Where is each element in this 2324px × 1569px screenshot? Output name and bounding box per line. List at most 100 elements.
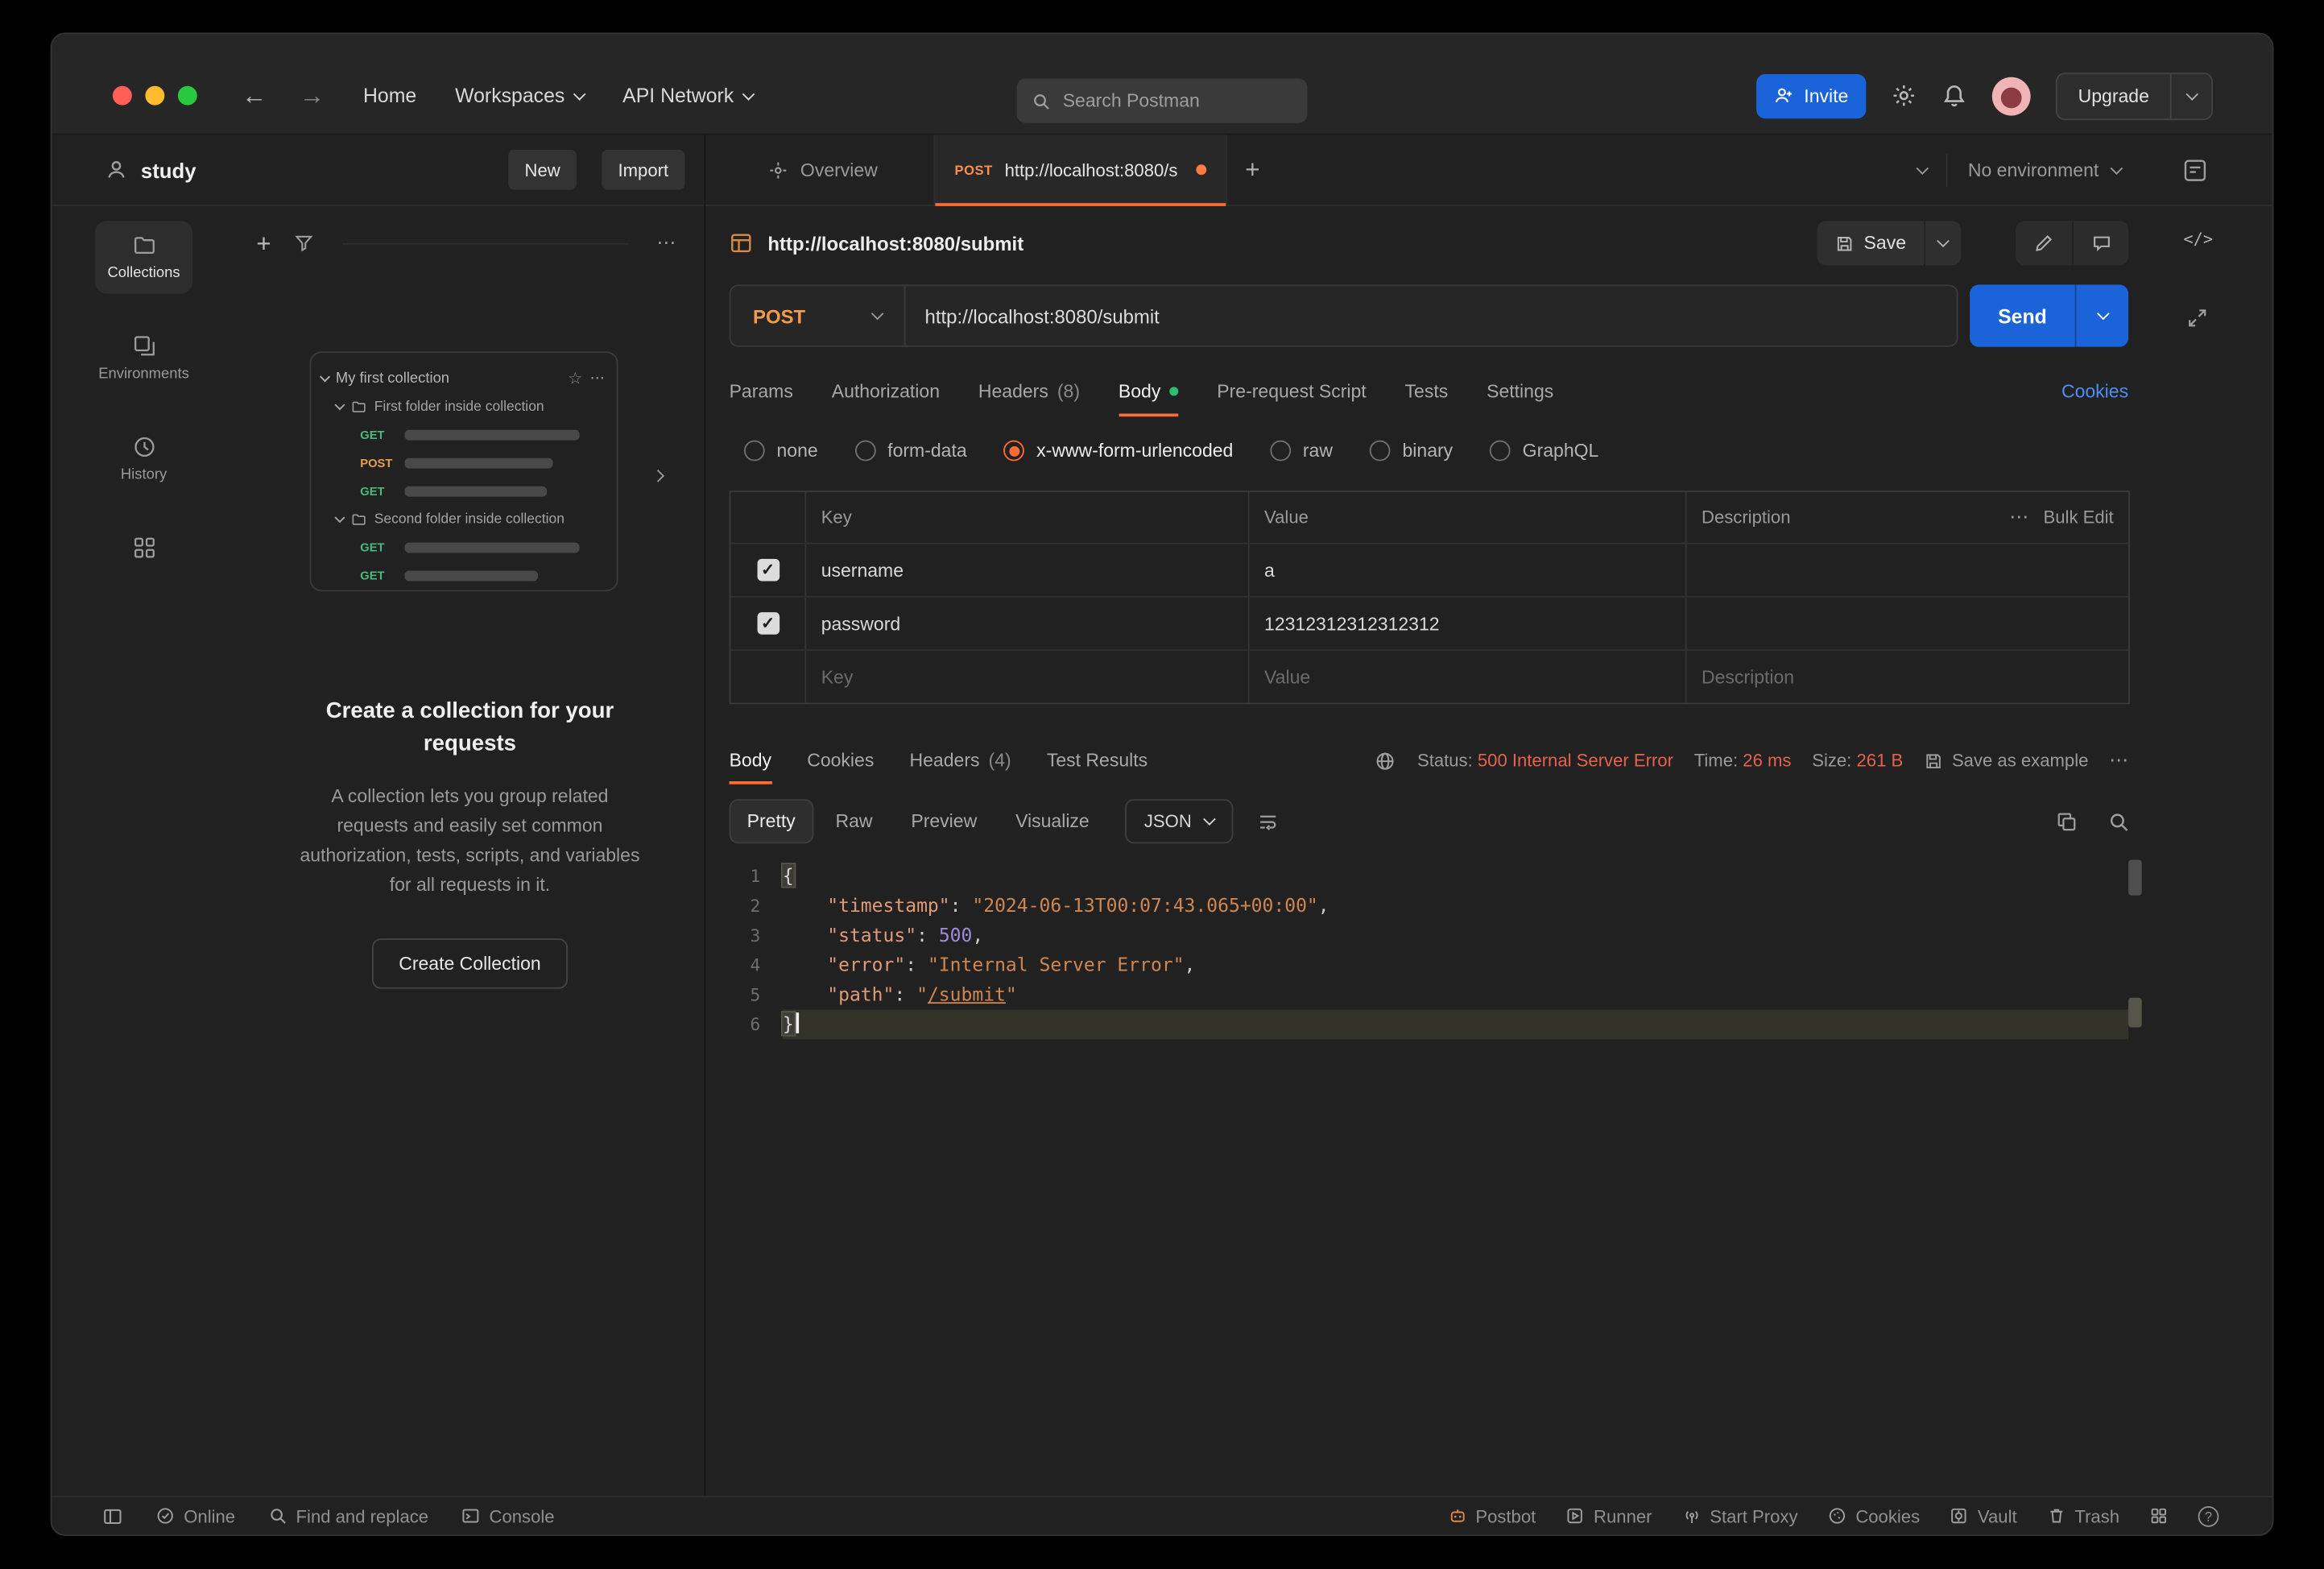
response-tab-cookies[interactable]: Cookies	[807, 731, 874, 790]
more-icon[interactable]: ⋯	[656, 231, 677, 255]
collection-row[interactable]: My first collection ☆ ⋯	[320, 365, 606, 393]
description-cell[interactable]	[1687, 598, 2128, 649]
edit-pencil-icon[interactable]	[2016, 221, 2072, 265]
cookies-button[interactable]: Cookies	[1827, 1505, 1920, 1526]
sidebar-toggle-icon[interactable]	[102, 1505, 123, 1526]
new-tab-button[interactable]: +	[1245, 155, 1259, 184]
comment-icon[interactable]	[2072, 221, 2128, 266]
tab-settings[interactable]: Settings	[1487, 360, 1553, 422]
vault-button[interactable]: Vault	[1950, 1505, 2017, 1526]
format-select[interactable]: JSON	[1124, 799, 1234, 844]
help-icon[interactable]: ?	[2198, 1505, 2219, 1526]
url-input[interactable]	[905, 304, 1957, 327]
key-cell[interactable]: password	[806, 597, 1250, 650]
start-proxy-button[interactable]: Start Proxy	[1681, 1505, 1798, 1526]
request-row[interactable]: GET	[321, 478, 606, 506]
description-cell[interactable]	[1687, 544, 2128, 596]
value-cell[interactable]: a	[1250, 544, 1687, 596]
mode-x-www-form-urlencoded[interactable]: x-www-form-urlencoded	[1003, 440, 1233, 462]
find-and-replace-button[interactable]: Find and replace	[268, 1505, 428, 1526]
environment-selector[interactable]: No environment	[1947, 159, 2142, 180]
cookies-link[interactable]: Cookies	[2061, 381, 2128, 402]
environment-quick-look-icon[interactable]	[2181, 157, 2208, 184]
filter-funnel-icon[interactable]	[293, 233, 314, 254]
value-cell[interactable]: Value	[1250, 651, 1687, 703]
trash-button[interactable]: Trash	[2046, 1505, 2119, 1526]
mode-binary[interactable]: binary	[1370, 440, 1453, 462]
view-tab-raw[interactable]: Raw	[819, 799, 889, 843]
new-button[interactable]: New	[508, 149, 577, 190]
radio-icon[interactable]	[854, 440, 876, 462]
checkbox-checked[interactable]: ✓	[756, 612, 779, 635]
status-value[interactable]: 500 Internal Server Error	[1478, 750, 1673, 771]
windows-grid-icon[interactable]	[2149, 1506, 2169, 1526]
response-tab-headers[interactable]: Headers (4)	[910, 731, 1011, 790]
expand-icon[interactable]	[2186, 307, 2209, 329]
nav-api-network[interactable]: API Network	[622, 85, 755, 107]
tab-request-active[interactable]: POST http://localhost:8080/s	[933, 135, 1228, 206]
postbot-button[interactable]: Postbot	[1447, 1505, 1536, 1526]
user-avatar[interactable]	[1991, 76, 2031, 115]
runner-button[interactable]: Runner	[1565, 1505, 1652, 1526]
code-line[interactable]: 6}	[705, 1009, 2272, 1040]
notifications-bell-icon[interactable]	[1941, 83, 1966, 108]
radio-icon[interactable]	[1270, 440, 1292, 462]
code-line[interactable]: 3 "status": 500,	[705, 921, 2272, 950]
request-row[interactable]: GET	[321, 534, 606, 562]
response-tab-test-results[interactable]: Test Results	[1047, 731, 1148, 790]
copy-icon[interactable]	[2056, 810, 2078, 833]
sidebar-item-more-tools[interactable]	[95, 524, 192, 573]
checkbox-checked[interactable]: ✓	[756, 558, 779, 582]
search-input[interactable]	[1062, 90, 1302, 112]
request-row[interactable]: GET	[321, 562, 606, 590]
tab-body[interactable]: Body	[1118, 360, 1179, 422]
code-line[interactable]: 2 "timestamp": "2024-06-13T00:07:43.065+…	[705, 891, 2272, 921]
radio-icon[interactable]	[1003, 440, 1025, 462]
sidebar-item-history[interactable]: History	[95, 423, 192, 495]
search-response-icon[interactable]	[2107, 810, 2130, 833]
response-tab-body[interactable]: Body	[729, 731, 771, 790]
import-button[interactable]: Import	[602, 149, 685, 190]
more-icon[interactable]: ⋯	[590, 371, 606, 387]
save-caret[interactable]	[1924, 221, 1962, 266]
more-icon[interactable]: ⋯	[2009, 506, 2030, 529]
more-icon[interactable]: ⋯	[2109, 749, 2130, 772]
close-window-button[interactable]	[112, 85, 132, 106]
wrap-lines-icon[interactable]	[1257, 810, 1280, 833]
sidebar-item-environments[interactable]: Environments	[95, 321, 192, 394]
time-value[interactable]: 26 ms	[1743, 750, 1791, 771]
bulk-edit[interactable]: ⋯ Bulk Edit	[2009, 506, 2114, 529]
mode-raw[interactable]: raw	[1270, 440, 1333, 462]
tab-list-caret[interactable]	[1898, 161, 1946, 174]
view-tab-preview[interactable]: Preview	[895, 799, 993, 843]
folder-row[interactable]: Second folder inside collection	[321, 506, 606, 534]
code-snippet-icon[interactable]: </>	[2183, 230, 2213, 249]
settings-gear-icon[interactable]	[1892, 83, 1917, 108]
value-cell[interactable]: 12312312312312312	[1250, 597, 1687, 650]
send-caret[interactable]	[2074, 284, 2129, 347]
tab-overview[interactable]: Overview	[744, 135, 901, 205]
scrollbar-thumb[interactable]	[2128, 859, 2142, 896]
folder-row[interactable]: First folder inside collection	[321, 393, 606, 421]
zoom-window-button[interactable]	[177, 85, 197, 106]
tab-tests[interactable]: Tests	[1405, 360, 1449, 422]
star-icon[interactable]: ☆	[568, 369, 582, 388]
chevron-down-icon[interactable]	[320, 371, 330, 382]
request-row[interactable]: POST	[321, 449, 606, 478]
upgrade-caret[interactable]	[2169, 73, 2212, 118]
chevron-down-icon[interactable]	[335, 399, 345, 410]
mode-graphql[interactable]: GraphQL	[1490, 440, 1598, 462]
view-tab-visualize[interactable]: Visualize	[999, 799, 1106, 843]
global-search[interactable]	[1016, 78, 1308, 123]
tab-params[interactable]: Params	[730, 360, 793, 422]
console-button[interactable]: Console	[461, 1505, 555, 1526]
invite-button[interactable]: Invite	[1756, 73, 1867, 118]
tab-prerequest-script[interactable]: Pre-request Script	[1217, 360, 1366, 422]
view-tab-pretty[interactable]: Pretty	[729, 799, 813, 844]
create-collection-button[interactable]: Create Collection	[372, 938, 568, 988]
code-line[interactable]: 4 "error": "Internal Server Error",	[705, 950, 2272, 980]
radio-icon[interactable]	[1370, 440, 1391, 462]
send-button[interactable]: Send	[1970, 284, 2075, 347]
forward-icon[interactable]: →	[300, 81, 325, 110]
key-cell[interactable]: username	[806, 544, 1250, 596]
